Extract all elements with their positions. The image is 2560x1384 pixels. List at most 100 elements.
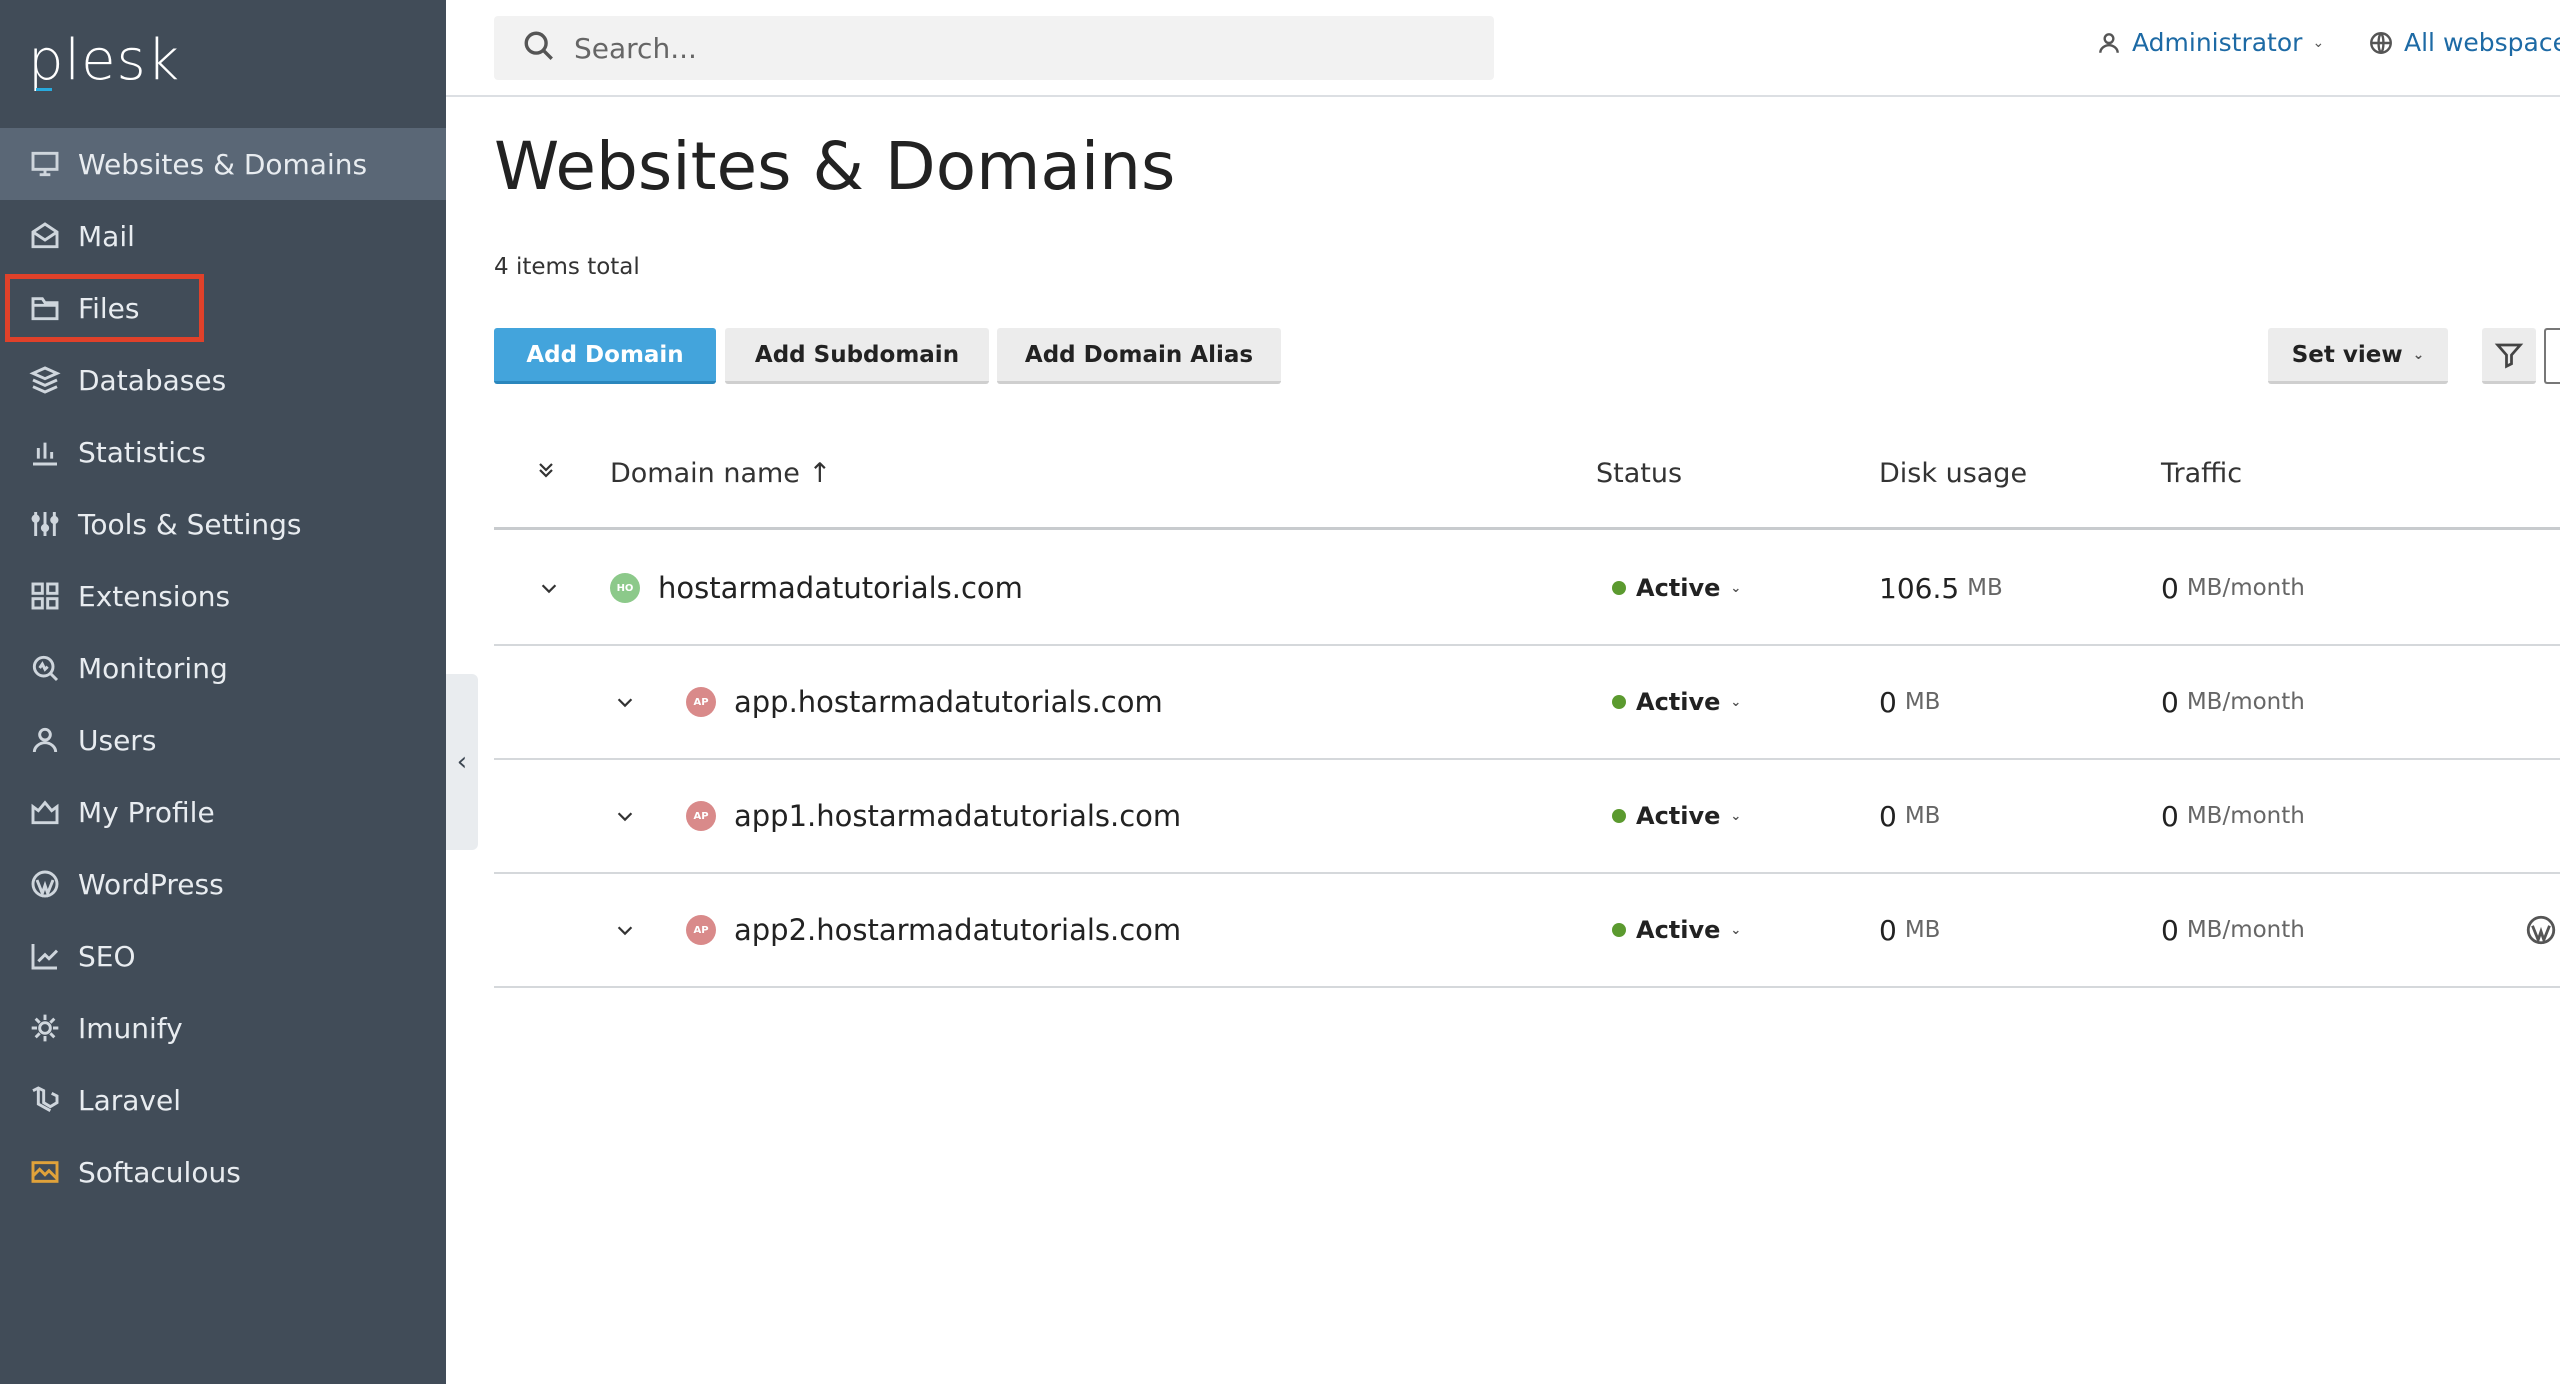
column-traffic[interactable]: Traffic	[2161, 458, 2242, 489]
table-row: AP app.hostarmadatutorials.com Active ⌄ 0…	[494, 646, 2560, 760]
column-disk-usage[interactable]: Disk usage	[1879, 458, 2027, 489]
domain-avatar: AP	[686, 801, 716, 831]
sidebar-item-tools-settings[interactable]: Tools & Settings	[0, 488, 446, 560]
chevron-down-icon: ⌄	[2412, 346, 2425, 363]
domain-avatar: AP	[686, 915, 716, 945]
files-highlight-annotation	[5, 274, 204, 342]
sidebar-item-databases[interactable]: Databases	[0, 344, 446, 416]
sidebar: plesk Websites & Domains Mail Files Data…	[0, 0, 446, 1384]
sidebar-item-statistics[interactable]: Statistics	[0, 416, 446, 488]
webspaces-label: All webspaces	[2404, 28, 2560, 57]
sidebar-item-mail[interactable]: Mail	[0, 200, 446, 272]
add-domain-alias-button[interactable]: Add Domain Alias	[997, 328, 1281, 384]
expand-row-button[interactable]	[614, 760, 636, 872]
domain-avatar: HO	[610, 573, 640, 603]
traffic-unit: MB/month	[2186, 575, 2305, 601]
softaculous-icon	[28, 1155, 62, 1189]
sidebar-item-websites-domains[interactable]: Websites & Domains	[0, 128, 446, 200]
status-label: Active	[1636, 802, 1721, 830]
status-dot	[1612, 695, 1626, 709]
disk-unit: MB	[1967, 575, 2003, 601]
search-input[interactable]	[574, 31, 1474, 65]
sidebar-item-label: WordPress	[78, 867, 224, 901]
filter-icon	[2494, 343, 2524, 368]
traffic-unit: MB/month	[2186, 803, 2305, 829]
search-box[interactable]	[494, 16, 1494, 80]
items-total: 4 items total	[494, 254, 640, 280]
sidebar-item-monitoring[interactable]: Monitoring	[0, 632, 446, 704]
sidebar-item-softaculous[interactable]: Softaculous	[0, 1136, 446, 1208]
sidebar-item-wordpress[interactable]: WordPress	[0, 848, 446, 920]
table-header: Domain name ↑ Status Disk usage Traffic	[494, 432, 2560, 530]
filter-button[interactable]	[2482, 328, 2536, 384]
status-dropdown[interactable]: Active ⌄	[1612, 646, 1741, 758]
sidebar-item-label: Imunify	[78, 1011, 183, 1045]
expand-row-button[interactable]	[614, 874, 636, 986]
set-view-button[interactable]: Set view ⌄	[2268, 328, 2448, 384]
traffic-unit: MB/month	[2186, 689, 2305, 715]
disk-value: 0	[1879, 685, 1897, 719]
status-dropdown[interactable]: Active ⌄	[1612, 760, 1741, 872]
add-subdomain-button[interactable]: Add Subdomain	[725, 328, 989, 384]
sidebar-item-imunify[interactable]: Imunify	[0, 992, 446, 1064]
status-dot	[1612, 581, 1626, 595]
chevron-down-icon: ⌄	[2312, 34, 2325, 51]
double-chevron-down-icon	[539, 463, 553, 478]
sidebar-item-label: My Profile	[78, 795, 215, 829]
set-view-label: Set view	[2291, 341, 2403, 368]
chevron-down-icon	[617, 812, 633, 822]
more-tools-button[interactable]	[2544, 328, 2560, 384]
page-title: Websites & Domains	[494, 128, 1176, 205]
status-dropdown[interactable]: Active ⌄	[1612, 532, 1741, 644]
domain-link[interactable]: app2.hostarmadatutorials.com	[734, 874, 1181, 986]
expand-all-button[interactable]	[534, 458, 558, 489]
column-status[interactable]: Status	[1596, 458, 1682, 489]
sidebar-item-label: Monitoring	[78, 651, 228, 685]
wordpress-icon[interactable]	[2524, 874, 2558, 986]
chevron-down-icon: ⌄	[1730, 922, 1742, 938]
domain-avatar: AP	[686, 687, 716, 717]
user-menu[interactable]: Administrator ⌄	[2096, 28, 2324, 57]
traffic-value: 0	[2161, 571, 2179, 605]
sidebar-item-label: Databases	[78, 363, 227, 397]
sidebar-item-label: Mail	[78, 219, 135, 253]
column-domain-name[interactable]: Domain name ↑	[610, 458, 831, 489]
sidebar-item-extensions[interactable]: Extensions	[0, 560, 446, 632]
user-name: Administrator	[2132, 28, 2303, 57]
add-domain-button[interactable]: Add Domain	[494, 328, 716, 384]
bar-chart-icon	[28, 435, 62, 469]
chevron-down-icon: ⌄	[1730, 694, 1742, 710]
domain-link[interactable]: hostarmadatutorials.com	[658, 532, 1023, 644]
sidebar-item-seo[interactable]: SEO	[0, 920, 446, 992]
chevron-down-icon	[617, 698, 633, 708]
chevron-down-icon	[541, 584, 557, 594]
sidebar-item-label: Softaculous	[78, 1155, 241, 1189]
disk-unit: MB	[1904, 689, 1941, 715]
sidebar-item-my-profile[interactable]: My Profile	[0, 776, 446, 848]
chevron-down-icon: ⌄	[1730, 808, 1742, 824]
expand-row-button[interactable]	[538, 532, 560, 644]
imunify-icon	[28, 1011, 62, 1045]
disk-value: 106.5	[1879, 571, 1960, 605]
sidebar-item-laravel[interactable]: Laravel	[0, 1064, 446, 1136]
expand-row-button[interactable]	[614, 646, 636, 758]
domain-link[interactable]: app.hostarmadatutorials.com	[734, 646, 1163, 758]
chevron-down-icon: ⌄	[1730, 580, 1742, 596]
sidebar-item-label: Statistics	[78, 435, 206, 469]
domain-link[interactable]: app1.hostarmadatutorials.com	[734, 760, 1181, 872]
sidebar-item-label: Websites & Domains	[78, 147, 368, 181]
disk-value: 0	[1879, 799, 1897, 833]
status-label: Active	[1636, 916, 1721, 944]
sidebar-collapse-button[interactable]: ‹	[446, 674, 478, 850]
disk-value: 0	[1879, 913, 1897, 947]
wordpress-icon	[28, 867, 62, 901]
table-row: AP app1.hostarmadatutorials.com Active ⌄ …	[494, 760, 2560, 874]
user-icon	[28, 723, 62, 757]
logo-accent	[36, 88, 52, 91]
disk-unit: MB	[1904, 917, 1941, 943]
status-dropdown[interactable]: Active ⌄	[1612, 874, 1741, 986]
monitoring-icon	[28, 651, 62, 685]
webspaces-selector[interactable]: All webspaces	[2368, 28, 2560, 57]
sidebar-item-label: Extensions	[78, 579, 231, 613]
sidebar-item-users[interactable]: Users	[0, 704, 446, 776]
